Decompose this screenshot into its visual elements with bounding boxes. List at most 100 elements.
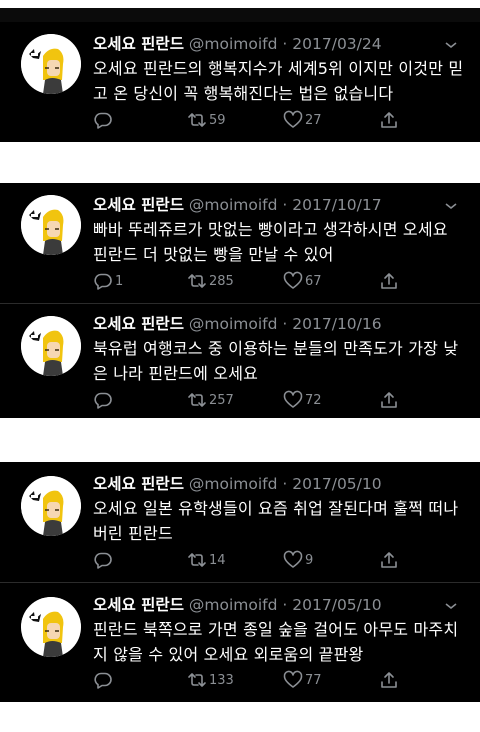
like-count: 72 bbox=[305, 392, 322, 408]
tweet-date[interactable]: · 2017/05/10 bbox=[282, 596, 381, 614]
tweet-card[interactable]: 오세요 핀란드 @moimoifd · 2017/05/10 오세요 일본 유학… bbox=[0, 462, 480, 582]
share-button[interactable] bbox=[379, 389, 399, 411]
share-button[interactable] bbox=[379, 549, 399, 571]
tweet-date[interactable]: · 2017/05/10 bbox=[282, 475, 381, 493]
heart-icon bbox=[283, 390, 303, 408]
tweet-text: 빠바 뚜레쥬르가 맛없는 빵이라고 생각하시면 오세요 핀란드 더 맛없는 빵을… bbox=[93, 220, 448, 264]
like-button[interactable]: 67 bbox=[283, 270, 322, 292]
tweet-text: 북유럽 여행코스 중 이용하는 분들의 만족도가 가장 낮은 나라 핀란드에 오… bbox=[93, 339, 459, 383]
tweet-date[interactable]: · 2017/10/17 bbox=[282, 196, 381, 214]
blonde-character-avatar bbox=[21, 597, 81, 657]
heart-icon bbox=[283, 271, 303, 289]
reply-button[interactable]: 1 bbox=[93, 270, 123, 292]
tweet-date[interactable]: · 2017/10/16 bbox=[282, 315, 381, 333]
retweet-arrows-icon bbox=[188, 393, 206, 407]
tweet-text: 오세요 일본 유학생들이 요즘 취업 잘된다며 훌쩍 떠나버린 핀란드 bbox=[93, 499, 459, 543]
like-count: 27 bbox=[305, 112, 322, 128]
chevron-down-icon[interactable] bbox=[444, 40, 458, 50]
reply-button[interactable] bbox=[93, 109, 115, 131]
share-button[interactable] bbox=[379, 270, 399, 292]
tweet-date[interactable]: · 2017/03/24 bbox=[282, 35, 381, 53]
tweet-text: 핀란드 북쪽으로 가면 종일 숲을 걸어도 아무도 마주치지 않을 수 있어 오… bbox=[93, 620, 459, 664]
reply-button[interactable] bbox=[93, 389, 115, 411]
tweet-header: 오세요 핀란드 @moimoifd · 2017/05/10 bbox=[93, 595, 382, 615]
avatar[interactable] bbox=[21, 34, 81, 94]
handle[interactable]: @moimoifd bbox=[189, 196, 278, 214]
retweet-button[interactable]: 14 bbox=[187, 549, 226, 571]
tweet-actions: 133 77 bbox=[93, 669, 413, 691]
share-upload-icon bbox=[381, 672, 397, 688]
reply-button[interactable] bbox=[93, 669, 115, 691]
speech-bubble-icon bbox=[94, 552, 112, 569]
share-button[interactable] bbox=[379, 669, 399, 691]
speech-bubble-icon bbox=[94, 273, 112, 290]
like-button[interactable]: 27 bbox=[283, 109, 322, 131]
retweet-button[interactable]: 285 bbox=[187, 270, 234, 292]
blonde-character-avatar bbox=[21, 195, 81, 255]
heart-icon bbox=[283, 670, 303, 688]
handle[interactable]: @moimoifd bbox=[189, 475, 278, 493]
reply-button[interactable] bbox=[93, 549, 115, 571]
retweet-count: 14 bbox=[209, 552, 226, 568]
heart-icon bbox=[283, 550, 303, 568]
share-upload-icon bbox=[381, 112, 397, 128]
tweet-header: 오세요 핀란드 @moimoifd · 2017/05/10 bbox=[93, 474, 382, 494]
display-name[interactable]: 오세요 핀란드 bbox=[93, 596, 184, 614]
speech-bubble-icon bbox=[94, 672, 112, 689]
share-upload-icon bbox=[381, 552, 397, 568]
retweet-count: 133 bbox=[209, 672, 234, 688]
chevron-down-icon[interactable] bbox=[444, 201, 458, 211]
tweet-actions: 257 72 bbox=[93, 389, 413, 411]
tweet-card[interactable]: 오세요 핀란드 @moimoifd · 2017/10/17 빠바 뚜레쥬르가 … bbox=[0, 183, 480, 303]
blonde-character-avatar bbox=[21, 316, 81, 376]
heart-icon bbox=[283, 110, 303, 128]
tweet-actions: 14 9 bbox=[93, 549, 413, 571]
retweet-button[interactable]: 133 bbox=[187, 669, 234, 691]
tweet-actions: 59 27 bbox=[93, 109, 413, 131]
handle[interactable]: @moimoifd bbox=[189, 315, 278, 333]
tweet-header: 오세요 핀란드 @moimoifd · 2017/03/24 bbox=[93, 34, 382, 54]
retweet-button[interactable]: 257 bbox=[187, 389, 234, 411]
reply-count: 1 bbox=[115, 273, 124, 289]
like-count: 77 bbox=[305, 672, 322, 688]
avatar[interactable] bbox=[21, 316, 81, 376]
retweet-button[interactable]: 59 bbox=[187, 109, 226, 131]
tweet-text: 오세요 핀란드의 행복지수가 세계5위 이지만 이것만 믿고 온 당신이 꼭 행… bbox=[93, 59, 464, 103]
tweet-header: 오세요 핀란드 @moimoifd · 2017/10/16 bbox=[93, 314, 382, 334]
retweet-arrows-icon bbox=[188, 673, 206, 687]
retweet-arrows-icon bbox=[188, 113, 206, 127]
share-button[interactable] bbox=[379, 109, 399, 131]
like-button[interactable]: 9 bbox=[283, 549, 313, 571]
display-name[interactable]: 오세요 핀란드 bbox=[93, 196, 184, 214]
tweet-card[interactable]: 오세요 핀란드 @moimoifd · 2017/10/16 북유럽 여행코스 … bbox=[0, 304, 480, 418]
top-strip bbox=[0, 8, 480, 22]
speech-bubble-icon bbox=[94, 112, 112, 129]
share-upload-icon bbox=[381, 392, 397, 408]
retweet-count: 257 bbox=[209, 392, 234, 408]
blonde-character-avatar bbox=[21, 476, 81, 536]
speech-bubble-icon bbox=[94, 392, 112, 409]
blonde-character-avatar bbox=[21, 34, 81, 94]
tweet-header: 오세요 핀란드 @moimoifd · 2017/10/17 bbox=[93, 195, 382, 215]
tweet-card[interactable]: 오세요 핀란드 @moimoifd · 2017/05/10 핀란드 북쪽으로 … bbox=[0, 583, 480, 702]
retweet-arrows-icon bbox=[188, 274, 206, 288]
avatar[interactable] bbox=[21, 476, 81, 536]
share-upload-icon bbox=[381, 273, 397, 289]
avatar[interactable] bbox=[21, 597, 81, 657]
retweet-arrows-icon bbox=[188, 553, 206, 567]
tweet-actions: 1 285 67 bbox=[93, 270, 413, 292]
handle[interactable]: @moimoifd bbox=[189, 596, 278, 614]
retweet-count: 59 bbox=[209, 112, 226, 128]
like-button[interactable]: 77 bbox=[283, 669, 322, 691]
like-count: 67 bbox=[305, 273, 322, 289]
display-name[interactable]: 오세요 핀란드 bbox=[93, 35, 184, 53]
display-name[interactable]: 오세요 핀란드 bbox=[93, 315, 184, 333]
handle[interactable]: @moimoifd bbox=[189, 35, 278, 53]
display-name[interactable]: 오세요 핀란드 bbox=[93, 475, 184, 493]
avatar[interactable] bbox=[21, 195, 81, 255]
tweet-card[interactable]: 오세요 핀란드 @moimoifd · 2017/03/24 오세요 핀란드의 … bbox=[0, 22, 480, 142]
like-button[interactable]: 72 bbox=[283, 389, 322, 411]
chevron-down-icon[interactable] bbox=[444, 601, 458, 611]
retweet-count: 285 bbox=[209, 273, 234, 289]
like-count: 9 bbox=[305, 552, 314, 568]
